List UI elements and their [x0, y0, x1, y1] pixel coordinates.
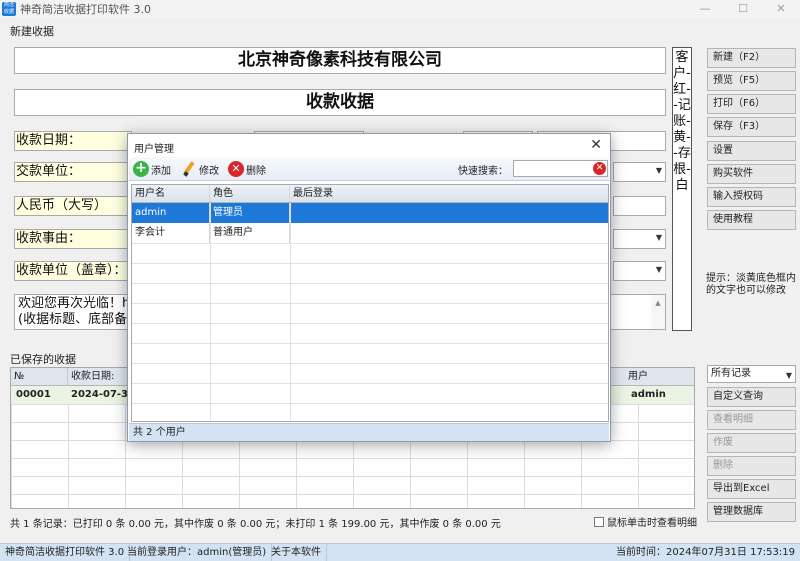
company-field[interactable]: 北京神奇像素科技有限公司: [14, 47, 666, 74]
license-button[interactable]: 输入授权码: [707, 187, 796, 207]
user-row[interactable]: admin 管理员: [132, 203, 608, 223]
amount-words-label[interactable]: 人民币（大写）: [14, 196, 132, 216]
clear-search-icon[interactable]: ✕: [593, 162, 606, 175]
column-header-role[interactable]: 角色: [210, 185, 290, 202]
about-link[interactable]: 关于本软件: [266, 544, 327, 561]
cell-user: admin: [631, 389, 666, 400]
payee-dropdown[interactable]: ▼: [613, 261, 666, 281]
cell-role: 普通用户: [210, 223, 290, 243]
window-title: 神奇简洁收据打印软件 3.0: [20, 3, 151, 16]
quick-search-input[interactable]: ✕: [513, 160, 608, 177]
chevron-down-icon: ▼: [785, 371, 792, 380]
dialog-close-icon[interactable]: ✕: [590, 137, 602, 153]
pencil-icon: [181, 161, 197, 177]
column-header-last-login[interactable]: 最后登录: [290, 185, 608, 202]
close-icon[interactable]: ✕: [762, 0, 800, 18]
column-header-user[interactable]: 用户: [625, 368, 694, 386]
quick-search-label: 快速搜索：: [458, 166, 508, 177]
dialog-title: 用户管理: [134, 144, 174, 155]
hint-text: 提示：淡黄底色框内的文字也可以修改: [706, 273, 796, 296]
edit-user-button[interactable]: 修改: [181, 160, 219, 178]
date-label[interactable]: 收款日期：: [14, 131, 132, 151]
column-divider: [210, 203, 211, 421]
filter-value: 所有记录: [711, 368, 751, 379]
delete-button[interactable]: 删除: [707, 456, 796, 476]
user-table-header: 用户名 角色 最后登录: [132, 185, 608, 203]
view-detail-button[interactable]: 查看明细: [707, 410, 796, 430]
status-current-user: 当前登录用户：admin(管理员): [122, 544, 273, 561]
custom-query-button[interactable]: 自定义查询: [707, 387, 796, 407]
user-table-gridlines: [132, 243, 608, 421]
settings-button[interactable]: 设置: [707, 141, 796, 161]
click-detail-checkbox[interactable]: 鼠标单击时查看明细: [594, 514, 697, 529]
preview-button[interactable]: 预览（F5）: [707, 71, 796, 91]
cell-username: 李会计: [132, 223, 210, 243]
status-app-name: 神奇简洁收据打印软件 3.0: [0, 544, 131, 561]
maximize-icon[interactable]: ☐: [724, 0, 762, 18]
add-user-label: 添加: [151, 165, 171, 177]
plus-icon: +: [133, 161, 149, 177]
add-user-button[interactable]: + 添加: [133, 160, 171, 178]
cell-date: 2024-07-31: [71, 389, 135, 400]
cell-no: 00001: [16, 389, 51, 400]
checkbox-label: 鼠标单击时查看明细: [607, 518, 697, 529]
app-icon: 简洁收据: [2, 2, 16, 16]
delete-user-button[interactable]: ✕ 删除: [228, 160, 266, 178]
window-controls: — ☐ ✕: [686, 0, 800, 18]
edit-user-label: 修改: [199, 165, 219, 177]
reason-label[interactable]: 收款事由：: [14, 229, 132, 249]
reason-dropdown[interactable]: ▼: [613, 229, 666, 249]
void-button[interactable]: 作废: [707, 433, 796, 453]
payer-dropdown[interactable]: ▼: [613, 162, 666, 182]
note-scrollbar[interactable]: ▲▼: [651, 295, 665, 329]
payee-label[interactable]: 收款单位（盖章）：: [14, 261, 132, 281]
minimize-icon[interactable]: —: [686, 0, 724, 18]
payer-label[interactable]: 交款单位：: [14, 162, 132, 182]
amount-input[interactable]: [613, 196, 666, 216]
cell-last-login: [290, 223, 608, 243]
buy-button[interactable]: 购买软件: [707, 164, 796, 184]
manage-db-button[interactable]: 管理数据库: [707, 502, 796, 522]
record-filter-select[interactable]: 所有记录 ▼: [707, 365, 796, 383]
status-bar: 神奇简洁收据打印软件 3.0 当前登录用户：admin(管理员) 关于本软件 当…: [0, 543, 800, 561]
dialog-status-bar: 共 2 个用户: [129, 423, 609, 441]
print-button[interactable]: 打印（F6）: [707, 94, 796, 114]
delete-icon: ✕: [228, 161, 244, 177]
copy-color-label[interactable]: 客户-红--记账-黄--存根-白: [672, 47, 692, 331]
user-row[interactable]: 李会计 普通用户: [132, 223, 608, 243]
cell-last-login: [290, 203, 608, 223]
new-button[interactable]: 新建（F2）: [707, 48, 796, 68]
save-button[interactable]: 保存（F3）: [707, 117, 796, 137]
export-excel-button[interactable]: 导出到Excel: [707, 479, 796, 499]
checkbox-box[interactable]: [594, 516, 604, 527]
saved-receipts-label: 已保存的收据: [10, 353, 76, 366]
title-bar: 简洁收据 神奇简洁收据打印软件 3.0 — ☐ ✕: [0, 0, 800, 18]
chevron-down-icon: ▼: [655, 166, 662, 175]
status-time: 当前时间：2024年07月31日 17:53:19: [616, 547, 795, 558]
chevron-down-icon: ▼: [655, 233, 662, 242]
cell-role: 管理员: [210, 203, 290, 223]
receipt-title-field[interactable]: 收款收据: [14, 89, 666, 116]
chevron-down-icon: ▼: [655, 265, 662, 274]
delete-user-label: 删除: [246, 165, 266, 177]
column-header-no[interactable]: №: [11, 368, 68, 386]
tutorial-button[interactable]: 使用教程: [707, 210, 796, 230]
column-divider: [290, 203, 291, 421]
column-header-username[interactable]: 用户名: [132, 185, 210, 202]
cell-username: admin: [132, 203, 210, 223]
summary-text: 共 1 条记录：已打印 0 条 0.00 元，其中作废 0 条 0.00 元；未…: [10, 519, 501, 530]
user-management-dialog: 用户管理 ✕ + 添加 修改 ✕ 删除 快速搜索： ✕ 用户名 角色 最后登录 …: [127, 133, 611, 442]
user-table[interactable]: 用户名 角色 最后登录 admin 管理员 李会计 普通用户: [131, 184, 609, 422]
